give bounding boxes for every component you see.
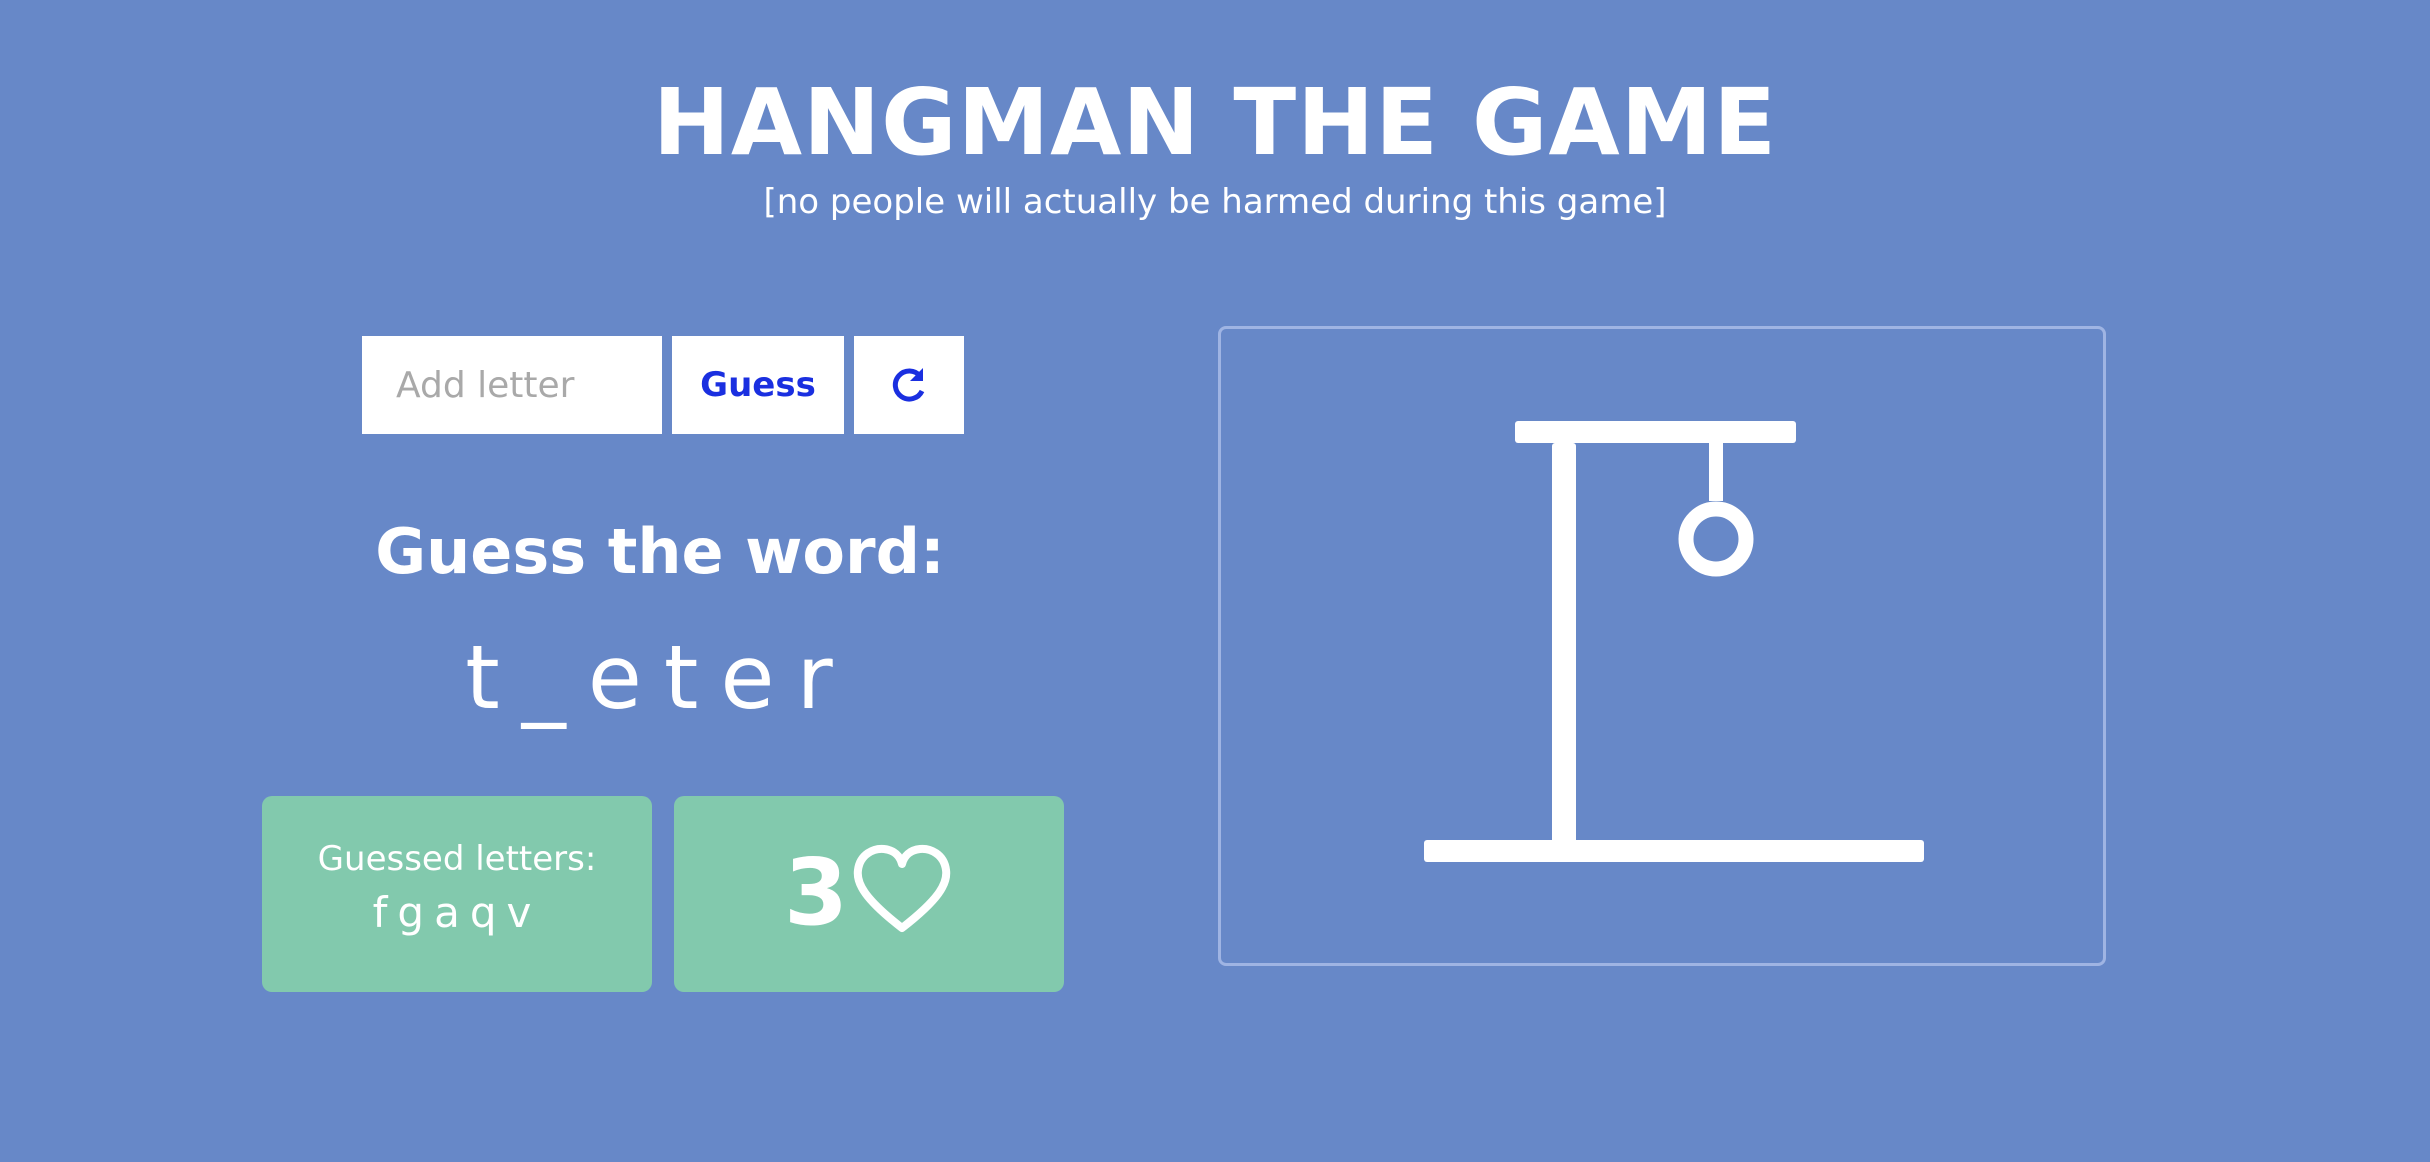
lives-count: 3 <box>784 839 849 946</box>
gallows-base <box>1424 840 1924 862</box>
gallows-rope <box>1709 441 1723 501</box>
reset-button[interactable] <box>854 336 964 434</box>
heart-icon <box>853 844 951 932</box>
gallows-beam <box>1515 421 1796 443</box>
guessed-letters-panel: Guessed letters: fgaqv <box>262 796 652 992</box>
hangman-drawing <box>1218 326 2106 966</box>
guessed-letters-label: Guessed letters: <box>317 839 597 879</box>
guessed-letters-list: fgaqv <box>372 888 542 937</box>
letter-input[interactable] <box>362 336 662 434</box>
page-subtitle: [no people will actually be harmed durin… <box>763 182 1667 222</box>
guess-button[interactable]: Guess <box>672 336 844 434</box>
word-display: t_eter <box>465 626 855 729</box>
hangman-head <box>1678 501 1754 577</box>
gallows-pole <box>1552 443 1576 851</box>
guess-prompt: Guess the word: <box>375 515 945 588</box>
page-title: HANGMAN THE GAME <box>652 69 1778 176</box>
gallows <box>1424 421 1924 862</box>
refresh-icon <box>892 368 925 402</box>
lives-panel: 3 <box>674 796 1064 992</box>
